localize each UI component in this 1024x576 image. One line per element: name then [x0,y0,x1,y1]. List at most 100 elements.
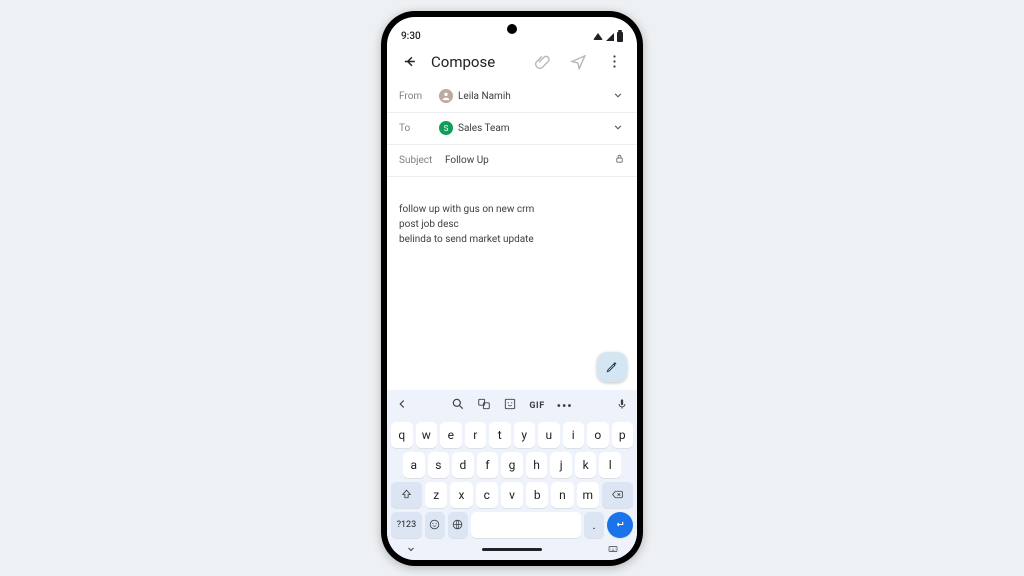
key-w[interactable]: w [416,422,438,448]
kb-more[interactable]: ••• [557,399,573,413]
to-row[interactable]: To S Sales Team [387,113,637,145]
chevron-down-icon [611,120,625,134]
nav-keyboard-hide[interactable] [405,540,417,559]
chevron-down-icon [405,543,417,555]
emoji-icon [428,518,441,531]
key-m[interactable]: m [577,482,599,508]
key-u[interactable]: u [538,422,560,448]
backspace-key[interactable] [602,482,633,508]
key-n[interactable]: n [551,482,573,508]
key-g[interactable]: g [501,452,523,478]
compose-body[interactable]: follow up with gus on new crm post job d… [387,177,637,390]
clock: 9:30 [401,31,421,42]
spacebar-key[interactable] [471,512,581,538]
back-button[interactable] [395,47,425,77]
to-expand[interactable] [611,120,625,137]
key-j[interactable]: j [550,452,572,478]
send-icon [570,53,587,70]
body-text: follow up with gus on new crm post job d… [399,204,534,245]
from-label: From [399,91,431,102]
kb-row-4: ?123 . [391,512,633,538]
enter-icon [613,518,626,531]
status-icons [593,32,623,42]
magic-pen-icon [605,360,619,374]
phone-frame: 9:30 Compose From [381,11,643,566]
system-nav-bar [387,540,637,560]
key-p[interactable]: p [612,422,634,448]
send-button[interactable] [563,47,593,77]
attach-button[interactable] [527,47,557,77]
numeric-key[interactable]: ?123 [391,512,422,538]
key-x[interactable]: x [450,482,472,508]
magic-compose-fab[interactable] [597,352,627,382]
kb-translate[interactable] [477,396,491,415]
arrow-left-icon [402,53,419,70]
onscreen-keyboard: GIF ••• qwertyuiop asdfghjkl zxcvbnm ?12… [387,390,637,540]
from-expand[interactable] [611,88,625,105]
key-q[interactable]: q [391,422,413,448]
gesture-handle[interactable] [482,548,542,551]
kb-nav-back[interactable] [395,396,409,415]
battery-icon [617,32,623,42]
front-camera [507,24,517,34]
key-i[interactable]: i [563,422,585,448]
person-icon [441,91,451,101]
more-button[interactable] [599,47,629,77]
key-t[interactable]: t [489,422,511,448]
search-icon [451,397,465,411]
key-d[interactable]: d [452,452,474,478]
mic-icon [615,397,629,411]
kb-row-3: zxcvbnm [391,482,633,508]
enter-key[interactable] [607,512,633,538]
from-avatar [439,89,453,103]
from-value: Leila Namih [439,89,603,103]
key-v[interactable]: v [501,482,523,508]
kb-gif[interactable]: GIF [529,401,544,411]
kb-sticker[interactable] [503,396,517,415]
shift-icon [400,488,413,501]
more-vert-icon [606,53,623,70]
kb-row-2: asdfghjkl [391,452,633,478]
key-h[interactable]: h [526,452,548,478]
key-a[interactable]: a [403,452,425,478]
screen: 9:30 Compose From [387,17,637,560]
app-header: Compose [387,43,637,81]
key-b[interactable]: b [526,482,548,508]
subject-label: Subject [399,155,437,166]
translate-icon [477,397,491,411]
kb-row-1: qwertyuiop [391,422,633,448]
key-y[interactable]: y [514,422,536,448]
key-f[interactable]: f [477,452,499,478]
shift-key[interactable] [391,482,422,508]
key-z[interactable]: z [425,482,447,508]
from-row[interactable]: From Leila Namih [387,81,637,113]
emoji-key[interactable] [425,512,445,538]
lock-icon [614,153,625,164]
language-key[interactable] [448,512,468,538]
from-name: Leila Namih [458,91,511,102]
recipient-chip-avatar: S [439,121,453,135]
key-r[interactable]: r [465,422,487,448]
backspace-icon [611,488,624,501]
key-c[interactable]: c [476,482,498,508]
recipient-chip-name: Sales Team [458,123,510,134]
confidential-mode-icon[interactable] [614,153,625,167]
keyboard-icon [607,543,619,555]
kb-mic[interactable] [615,396,629,415]
to-value: S Sales Team [439,121,603,135]
chevron-left-icon [395,397,409,411]
period-key[interactable]: . [584,512,604,538]
kb-search[interactable] [451,396,465,415]
key-k[interactable]: k [575,452,597,478]
key-l[interactable]: l [599,452,621,478]
to-label: To [399,123,431,134]
key-s[interactable]: s [428,452,450,478]
chevron-down-icon [611,88,625,102]
subject-row[interactable]: Subject Follow Up [387,145,637,177]
sticker-icon [503,397,517,411]
key-o[interactable]: o [587,422,609,448]
key-e[interactable]: e [440,422,462,448]
nav-keyboard-switch[interactable] [607,540,619,559]
page-title: Compose [431,53,521,71]
subject-value: Follow Up [445,155,606,166]
